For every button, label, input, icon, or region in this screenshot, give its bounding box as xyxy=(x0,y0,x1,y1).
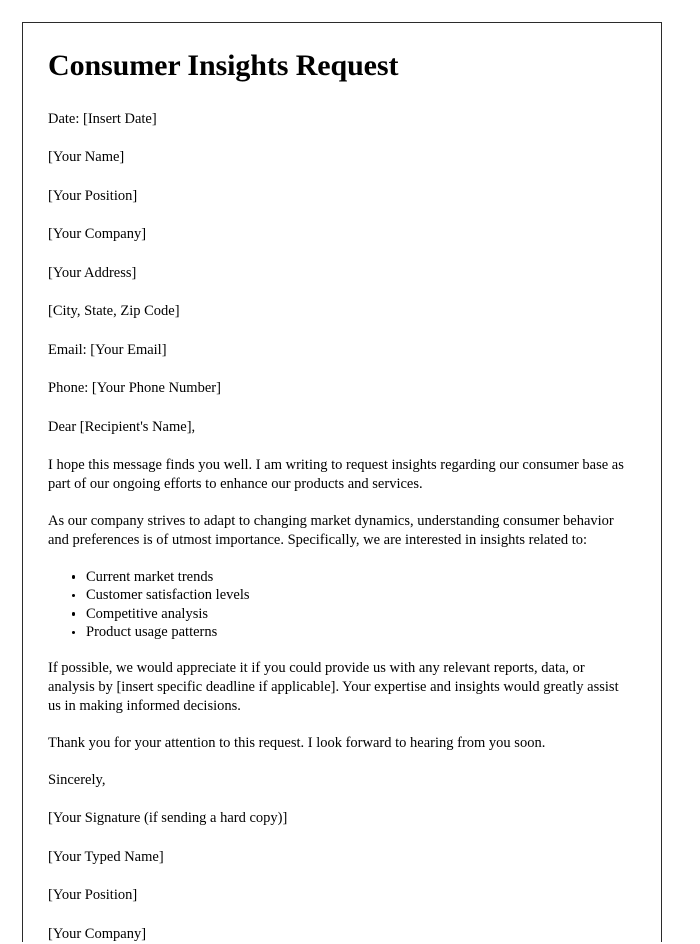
document-body: Consumer Insights Request Date: [Insert … xyxy=(23,23,661,944)
sender-name: [Your Name] xyxy=(48,149,125,166)
bullet-icon xyxy=(72,575,76,579)
body-paragraph-1: I hope this message finds you well. I am… xyxy=(48,457,624,493)
sender-address: [Your Address] xyxy=(48,264,137,281)
document-page: Consumer Insights Request Date: [Insert … xyxy=(22,22,662,942)
list-item-label: Current market trends xyxy=(86,568,214,585)
signature-position: [Your Position] xyxy=(48,887,138,904)
page-title: Consumer Insights Request xyxy=(48,49,399,82)
bullet-icon xyxy=(72,593,76,598)
closing-salutation: Sincerely, xyxy=(48,771,106,788)
sender-company: [Your Company] xyxy=(48,226,147,243)
sender-phone: Phone: [Your Phone Number] xyxy=(48,380,221,397)
sender-position: [Your Position] xyxy=(48,187,138,204)
body-paragraph-3: If possible, we would appreciate it if y… xyxy=(48,660,619,715)
list-item: Customer satisfaction levels xyxy=(72,586,625,604)
salutation: Dear [Recipient's Name], xyxy=(48,418,196,435)
body-paragraph-4: Thank you for your attention to this req… xyxy=(48,734,546,751)
list-item-label: Product usage patterns xyxy=(86,624,218,641)
bullet-icon xyxy=(72,612,76,616)
sender-city-state-zip: [City, State, Zip Code] xyxy=(48,303,180,320)
list-item-label: Competitive analysis xyxy=(86,605,209,622)
signature-placeholder: [Your Signature (if sending a hard copy)… xyxy=(48,810,288,827)
typed-name: [Your Typed Name] xyxy=(48,848,164,865)
signature-company: [Your Company] xyxy=(48,925,147,942)
list-item: Product usage patterns xyxy=(72,623,625,641)
bullet-icon xyxy=(72,630,76,634)
date-line: Date: [Insert Date] xyxy=(48,110,157,127)
sender-email: Email: [Your Email] xyxy=(48,341,167,358)
body-paragraph-2: As our company strives to adapt to chang… xyxy=(48,513,614,548)
list-item: Competitive analysis xyxy=(72,605,625,623)
list-item-label: Customer satisfaction levels xyxy=(86,587,250,604)
insights-list: Current market trends Customer satisfact… xyxy=(48,568,625,642)
list-item: Current market trends xyxy=(72,568,625,586)
